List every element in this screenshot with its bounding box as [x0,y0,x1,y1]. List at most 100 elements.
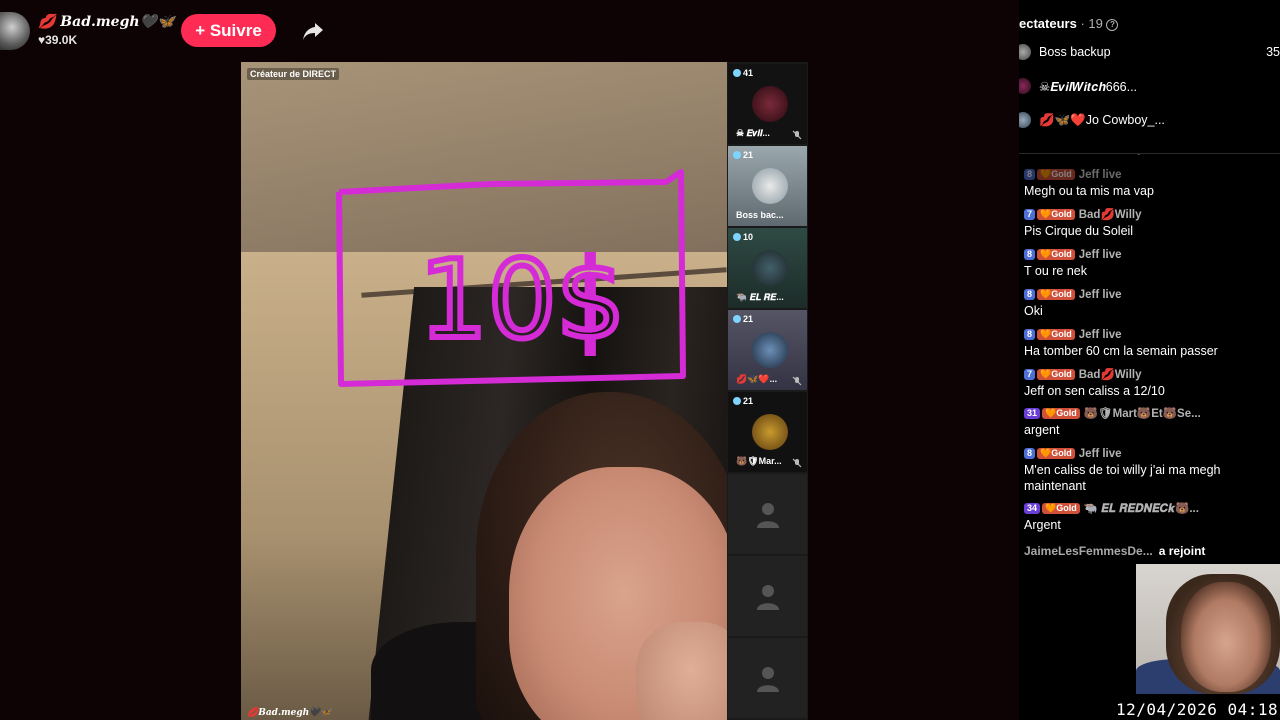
gold-badge: 🧡Gold [1037,448,1075,459]
viewer-avatar [1019,112,1031,128]
viewer-avatar [1019,44,1031,60]
level-badge: 31 [1024,408,1041,419]
viewers-title: ectateurs [1019,16,1077,31]
chat-text: argent [1024,423,1060,437]
webcam-face [1181,582,1271,692]
guest-count: 10 [733,232,753,242]
guest-avatar [752,86,788,122]
gold-badge: 🧡Gold [1037,209,1075,220]
level-badge: 8 [1024,448,1036,459]
chat-text: Megh ou ta mis ma vap [1024,184,1154,198]
guest-tile[interactable]: 21 💋🦋❤️... [728,310,807,390]
level-badge: 8 [1024,329,1036,340]
empty-guest-slot[interactable] [728,638,807,718]
chat-message: 7 🧡Gold Bad💋Willy Jeff on sen caliss a 12/… [1024,368,1276,399]
mic-muted-icon [792,376,802,386]
guest-tile[interactable]: 10 🐃 𝑬𝑳 𝑹𝑬... [728,228,807,308]
webcam-overlay [1136,564,1280,694]
person-icon [757,667,779,692]
level-badge: 7 [1024,369,1036,380]
chat-username[interactable]: Jeff live [1079,329,1122,341]
chat-text: Ha tomber 60 cm la semain passer [1024,344,1218,358]
chat-message: 8 🧡Gold Jeff live M'en caliss de toi willy… [1024,447,1276,494]
guest-count: 21 [733,314,753,324]
gold-badge: 🧡Gold [1037,289,1075,300]
timestamp-overlay: 12/04/2026 04:18 [1116,700,1279,719]
guest-avatar [752,414,788,450]
chat-username[interactable]: Jeff live [1079,448,1122,460]
gold-badge: 🧡Gold [1037,249,1075,260]
chat-text: T ou re nek [1024,264,1088,278]
drawn-price-text: 10$ [419,238,625,363]
chat-message: 7 🧡Gold Bad💋Willy Pis Cirque du Soleil [1024,208,1276,239]
guest-avatar [752,332,788,368]
guest-name: ☠ 𝑬𝒗𝒊𝒍... [736,128,770,138]
guest-tile[interactable]: 21 Boss bac... [728,146,807,226]
host-avatar[interactable] [0,12,30,50]
guest-tile[interactable]: 21 🐻🛡Mar... [728,392,807,472]
level-badge: 34 [1024,503,1041,514]
chat-username[interactable]: Jeff live [1079,289,1122,301]
chat-username[interactable]: Jeff live [1079,249,1122,261]
follow-button[interactable]: + Suivre [181,14,276,47]
host-name[interactable]: 💋 Bad.megh🖤🦋 [38,14,174,30]
level-badge: 8 [1024,289,1036,300]
guest-column: 41 ☠ 𝑬𝒗𝒊𝒍... 21 Boss bac... 10 🐃 𝑬𝑳 𝑹𝑬..… [727,62,808,720]
guest-count: 41 [733,68,753,78]
mic-muted-icon [792,458,802,468]
guest-name: 🐃 𝑬𝑳 𝑹𝑬... [736,292,784,302]
guest-name: 🐻🛡Mar... [736,456,782,466]
creator-tag: Créateur de DIRECT [247,68,340,80]
gold-badge: 🧡Gold [1037,169,1075,180]
guest-tile[interactable]: 41 ☠ 𝑬𝒗𝒊𝒍... [728,64,807,144]
chat-message: 8 🧡Gold Jeff live Oki [1024,288,1276,319]
chat-text: Argent [1024,518,1061,532]
gold-badge: 🧡Gold [1042,503,1080,514]
video-footer-name: 💋Bad.megh🖤🦋 [247,708,332,718]
viewer-row[interactable]: 💋🦋❤️Jo Cowboy_... [1019,111,1280,131]
level-badge: 8 [1024,169,1036,180]
person-icon [757,503,779,528]
person-icon [757,585,779,610]
viewer-avatar [1019,78,1031,94]
divider [1019,153,1280,154]
empty-guest-slot[interactable] [728,474,807,554]
guest-count: 21 [733,150,753,160]
mic-muted-icon [792,130,802,140]
join-text: a rejoint [1158,544,1206,558]
guest-name: Boss bac... [736,210,784,220]
guest-avatar [752,168,788,204]
chat-username[interactable]: 🐃 𝑬𝑳 𝑹𝑬𝑫𝑵𝑬𝑪𝒌🐻... [1084,503,1199,515]
chat-message: 8 🧡Gold Jeff live T ou re nek [1024,248,1276,279]
share-icon[interactable] [302,21,324,41]
viewer-name: Boss backup [1039,45,1111,59]
chat-username[interactable]: Jeff live [1079,169,1122,181]
chat-message: 34 🧡Gold 🐃 𝑬𝑳 𝑹𝑬𝑫𝑵𝑬𝑪𝒌🐻... Argent [1024,502,1276,533]
chat-username[interactable]: Bad💋Willy [1079,369,1142,381]
viewers-header: ectateurs · 19 ? [1019,16,1119,31]
gold-badge: 🧡Gold [1037,369,1075,380]
chat-username[interactable]: 🐻🛡Mart🐻Et🐻Se... [1084,408,1201,420]
empty-guest-slot[interactable] [728,556,807,636]
guest-count: 21 [733,396,753,406]
join-username[interactable]: JaimeLesFemmesDe... [1024,544,1153,558]
viewers-count: · 19 [1080,16,1103,31]
host-likes-count: ♥39.0K [38,33,78,47]
help-icon[interactable]: ? [1106,19,1119,31]
level-badge: 8 [1024,249,1036,260]
viewer-row[interactable]: ☠𝑬𝒗𝒊𝒍𝑾𝒊𝒕𝒄𝒉666... [1019,77,1280,97]
viewer-name: ☠𝑬𝒗𝒊𝒍𝑾𝒊𝒕𝒄𝒉666... [1039,80,1138,94]
gold-badge: 🧡Gold [1037,329,1075,340]
live-video[interactable]: 10$ Créateur de DIRECT 💋Bad.megh🖤🦋 [241,62,727,720]
viewer-score: 35 [1266,45,1280,59]
chat-message: 31 🧡Gold 🐻🛡Mart🐻Et🐻Se... argent [1024,407,1276,438]
guest-avatar [752,250,788,286]
chat-text: Pis Cirque du Soleil [1024,224,1134,238]
chat-text: Jeff on sen caliss a 12/10 [1024,384,1165,398]
chat-text: M'en caliss de toi willy j'ai ma megh ma… [1024,463,1221,493]
gold-badge: 🧡Gold [1042,408,1080,419]
chat-username[interactable]: Bad💋Willy [1079,209,1142,221]
viewer-row[interactable]: Boss backup 35 [1019,43,1280,63]
drawn-annotation: 10$ [336,169,686,387]
viewer-name: 💋🦋❤️Jo Cowboy_... [1039,113,1165,127]
